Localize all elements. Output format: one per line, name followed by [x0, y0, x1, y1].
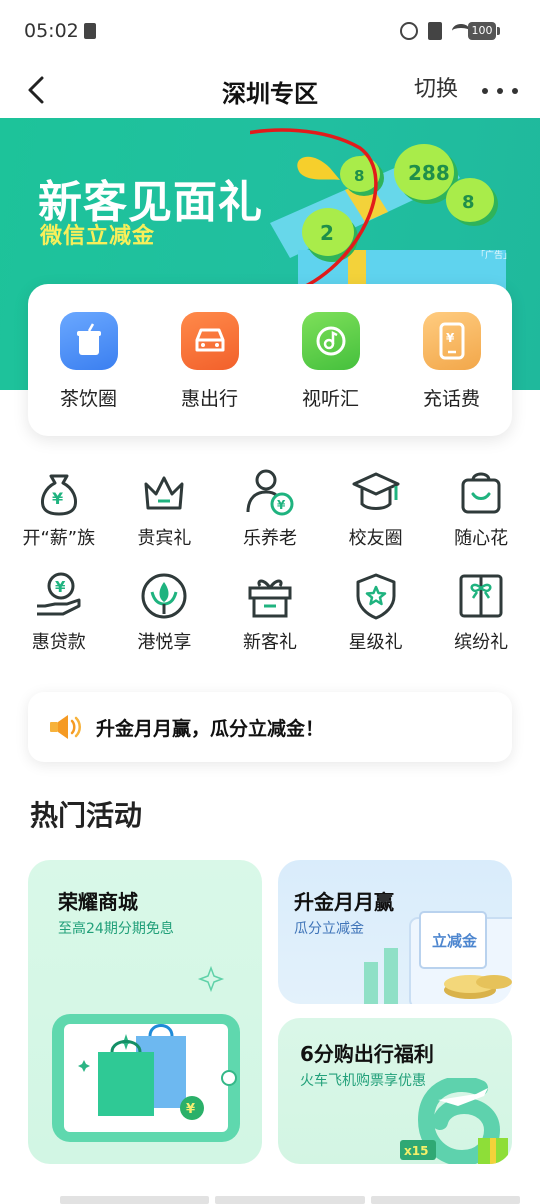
- quick-label: 视听汇: [301, 388, 359, 410]
- coin-label: 288: [408, 161, 450, 185]
- page-title: 深圳专区: [222, 80, 318, 108]
- loan-hand-icon: ¥: [36, 572, 81, 616]
- coin-label: 2: [320, 221, 334, 245]
- quick-label: 茶饮圈: [59, 388, 117, 410]
- music-icon: [301, 312, 360, 370]
- card-title: 6分购出行福利: [300, 1042, 434, 1066]
- quick-label: 惠出行: [180, 388, 238, 410]
- grid-item-vip[interactable]: 贵宾礼: [116, 466, 212, 570]
- grid-item-spend[interactable]: 随心花: [433, 466, 529, 570]
- service-grid: ¥ 开“薪”族 贵宾礼 ¥ 乐养老 校友圈 随心花 ¥ 惠贷款 港悦享 新客礼 …: [0, 466, 540, 674]
- grid-label: 星级礼: [348, 632, 403, 653]
- ad-tag: 「广告」: [475, 251, 512, 261]
- quick-item-travel[interactable]: 惠出行: [155, 312, 265, 436]
- shopping-bag-icon: [461, 472, 501, 514]
- ribbon-gift-icon: [459, 574, 503, 618]
- phone-bill-icon: ¥: [422, 312, 481, 370]
- coupon-label: 立减金: [432, 932, 478, 950]
- quick-item-phone-bill[interactable]: ¥ 充话费: [397, 312, 507, 436]
- grid-item-star[interactable]: 星级礼: [328, 570, 424, 674]
- car-icon: [180, 312, 239, 370]
- grid-label: 校友圈: [348, 528, 403, 549]
- grid-label: 缤纷礼: [454, 632, 509, 653]
- grid-item-ribbon[interactable]: 缤纷礼: [433, 570, 529, 674]
- grid-item-elder[interactable]: ¥ 乐养老: [222, 466, 318, 570]
- more-icon[interactable]: [482, 76, 518, 106]
- coupon-illustration: 立减金: [364, 911, 512, 1004]
- grid-item-alumni[interactable]: 校友圈: [328, 466, 424, 570]
- grid-label: 随心花: [454, 528, 509, 549]
- card-badge: x15: [404, 1144, 428, 1158]
- coin-label: 8: [354, 167, 364, 185]
- grid-label: 开“薪”族: [22, 528, 96, 549]
- tablet-shopping-illustration: ¥: [52, 965, 240, 1142]
- grid-label: 新客礼: [242, 632, 297, 653]
- coin-label: 8: [462, 192, 475, 213]
- cup-icon: [59, 312, 118, 370]
- grid-label: 港悦享: [137, 632, 192, 653]
- bottom-divider: [60, 1196, 520, 1204]
- status-bar: 05:02 100: [0, 0, 540, 62]
- clipboard-icon: [84, 23, 96, 39]
- alarm-icon: [400, 22, 418, 40]
- travel-illustration: x15: [400, 1078, 508, 1164]
- speaker-icon: [50, 715, 81, 739]
- crown-icon: [144, 476, 184, 510]
- quick-access-card: 茶饮圈 惠出行 视听汇 ¥ 充话费: [28, 284, 512, 436]
- notice-bar[interactable]: 升金月月赢，瓜分立减金！: [28, 692, 512, 762]
- activity-card-gold-monthly[interactable]: 升金月月赢 瓜分立减金 立减金: [278, 860, 512, 1004]
- svg-text:¥: ¥: [55, 578, 66, 596]
- grid-label: 惠贷款: [31, 632, 86, 653]
- grid-item-salary[interactable]: ¥ 开“薪”族: [11, 466, 107, 570]
- sim-icon: [428, 22, 442, 40]
- card-subtitle: 至高24期分期免息: [58, 921, 174, 937]
- card-title: 荣耀商城: [58, 890, 138, 914]
- svg-text:¥: ¥: [186, 1102, 195, 1117]
- activity-card-honor-mall[interactable]: 荣耀商城 至高24期分期免息 ¥: [28, 860, 262, 1164]
- gift-box-icon: [248, 579, 292, 618]
- svg-text:¥: ¥: [446, 331, 455, 345]
- svg-text:¥: ¥: [277, 498, 286, 512]
- bauhinia-icon: [141, 573, 187, 619]
- section-title: 热门活动: [30, 799, 143, 832]
- activity-card-travel[interactable]: 6分购出行福利 火车飞机购票享优惠 x15: [278, 1018, 512, 1164]
- money-bag-icon: ¥: [40, 474, 77, 516]
- grid-item-hk[interactable]: 港悦享: [116, 570, 212, 674]
- header: 深圳专区 切换: [0, 62, 540, 118]
- grid-label: 贵宾礼: [137, 528, 192, 549]
- battery-icon: 100: [468, 22, 500, 40]
- switch-button[interactable]: 切换: [414, 71, 458, 103]
- grid-label: 乐养老: [242, 528, 297, 549]
- notice-text: 升金月月赢，瓜分立减金！: [96, 717, 325, 740]
- graduation-cap-icon: [352, 472, 400, 510]
- status-icons: [400, 22, 470, 40]
- card-subtitle: 瓜分立减金: [294, 921, 364, 937]
- quick-item-media[interactable]: 视听汇: [276, 312, 386, 436]
- svg-text:¥: ¥: [52, 489, 63, 508]
- quick-item-tea[interactable]: 茶饮圈: [34, 312, 144, 436]
- star-shield-icon: [356, 573, 396, 620]
- status-time: 05:02: [24, 20, 79, 42]
- quick-label: 充话费: [422, 388, 480, 410]
- grid-item-new-gift[interactable]: 新客礼: [222, 570, 318, 674]
- banner-subtitle: 微信立减金: [40, 224, 156, 249]
- grid-item-loan[interactable]: ¥ 惠贷款: [11, 570, 107, 674]
- elder-user-icon: ¥: [246, 469, 294, 516]
